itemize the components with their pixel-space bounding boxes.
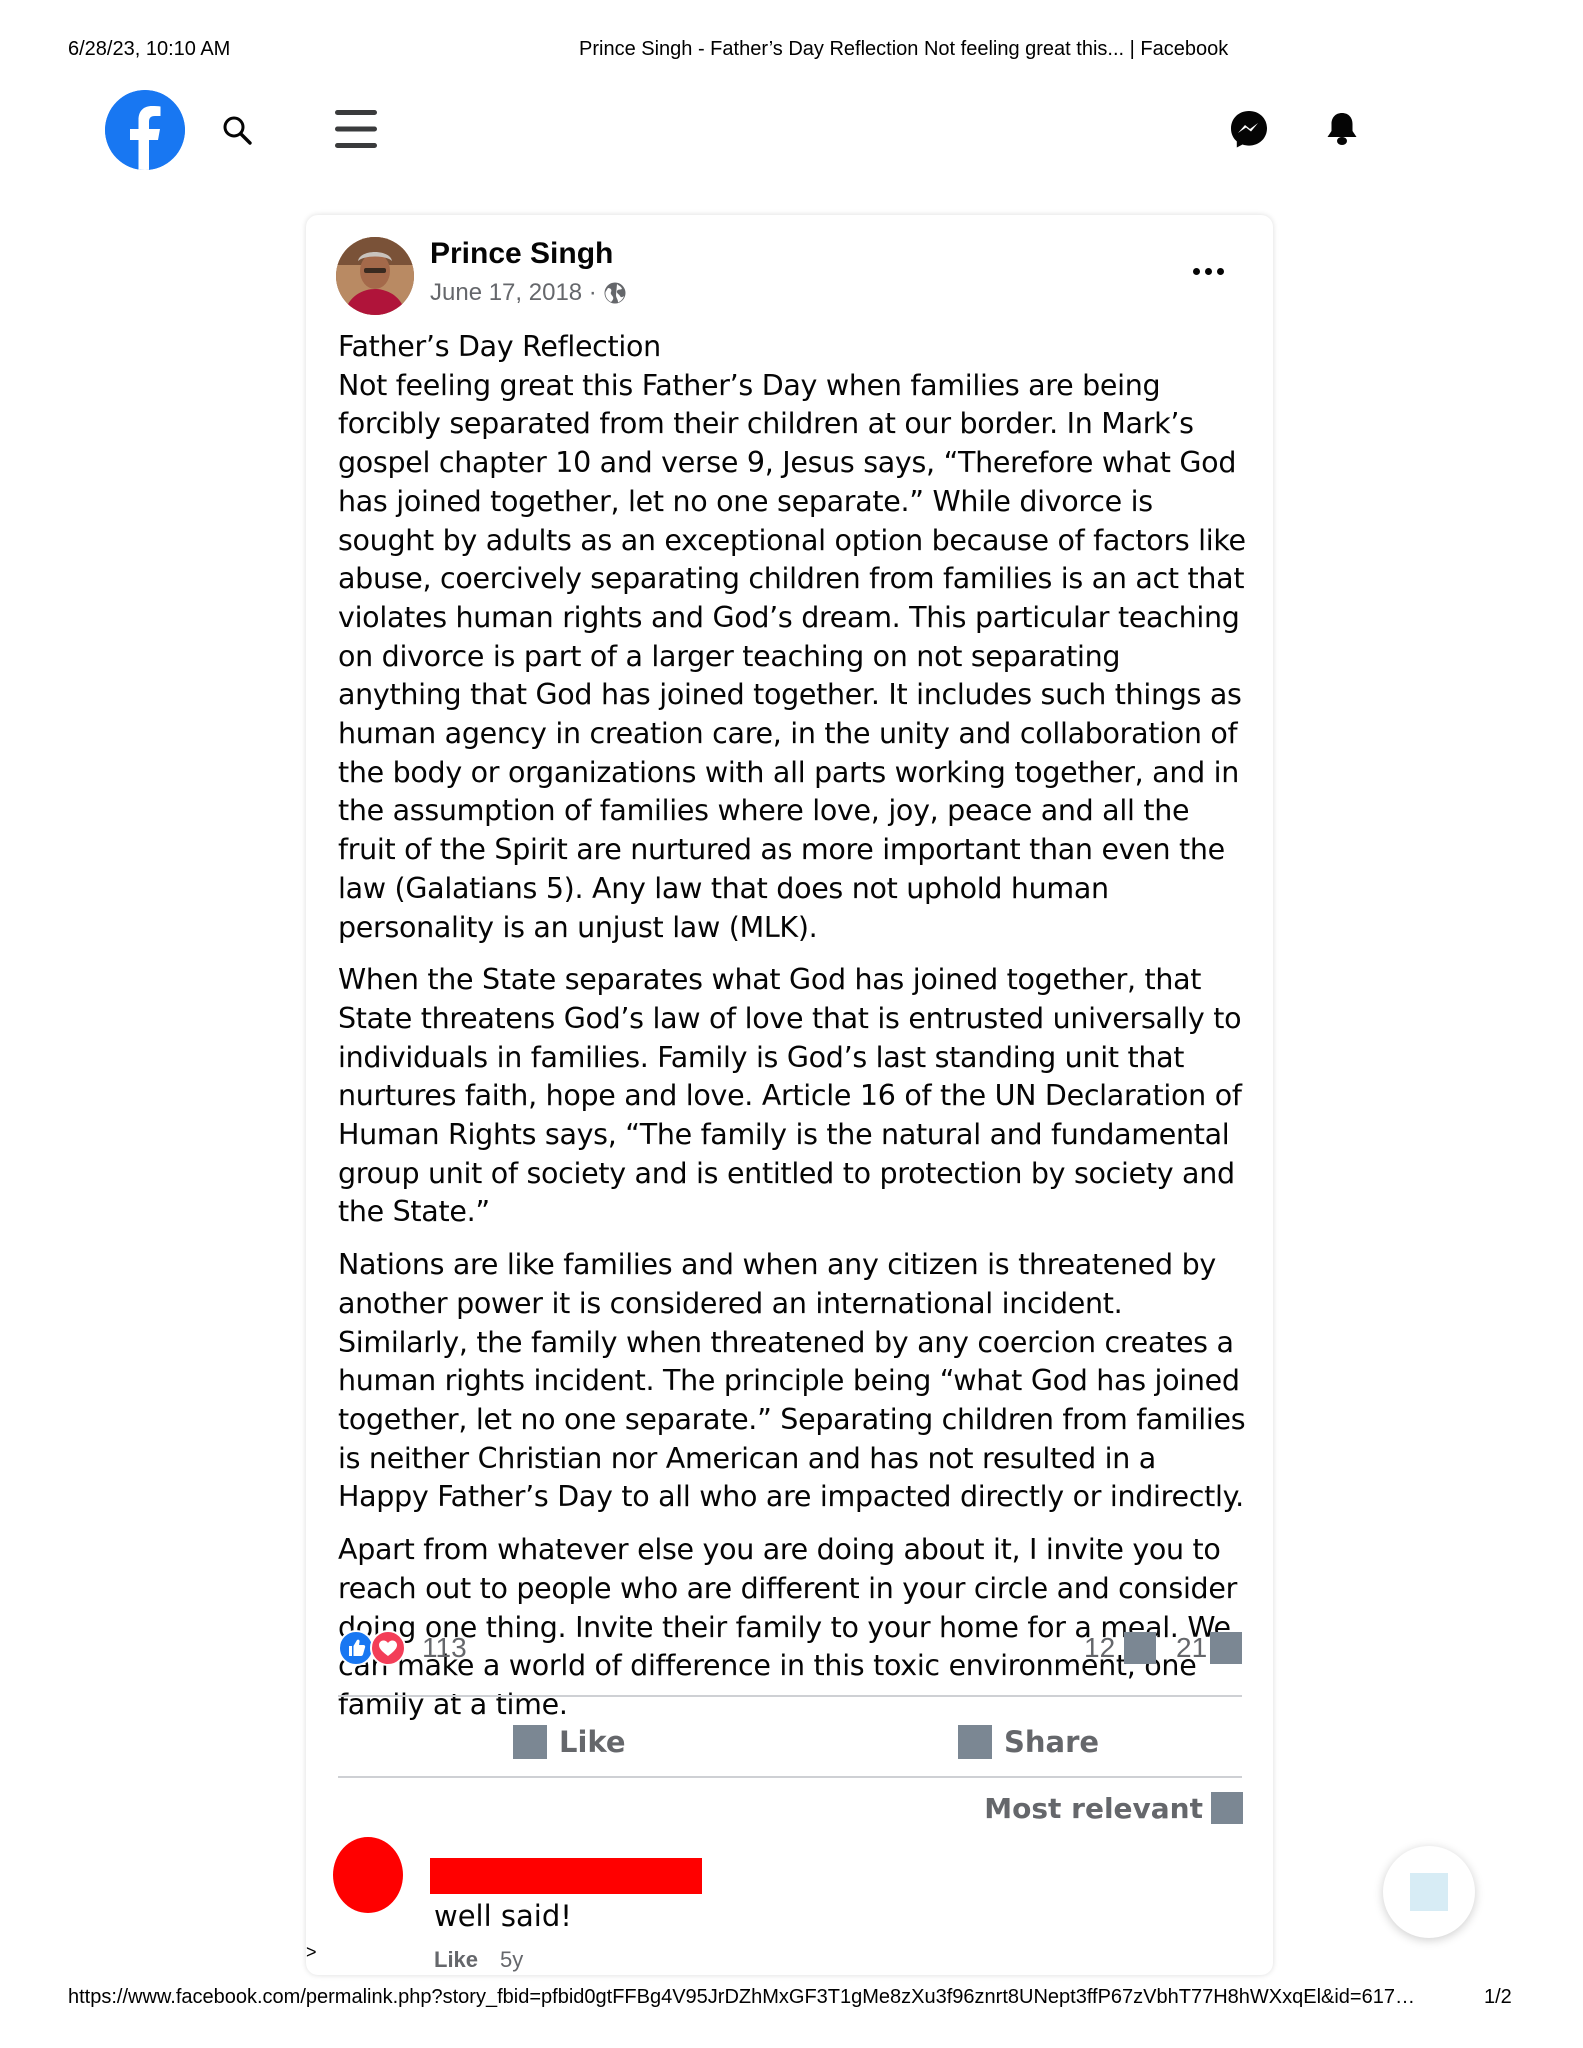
author-avatar[interactable] — [336, 237, 414, 315]
post-paragraph: When the State separates what God has jo… — [338, 963, 1242, 1229]
reaction-count[interactable]: 113 — [422, 1632, 467, 1664]
post-meta: June 17, 2018 · — [430, 279, 627, 307]
print-header: 6/28/23, 10:10 AM Prince Singh - Father’… — [68, 38, 1515, 62]
comment-text: well said! — [434, 1899, 572, 1933]
floating-action-button[interactable] — [1383, 1846, 1475, 1938]
like-button-label: Like — [559, 1725, 626, 1759]
comment-count-icon — [1124, 1632, 1156, 1664]
like-reaction-icon — [338, 1630, 374, 1666]
reactions-row: 113 12 21 — [338, 1628, 1242, 1672]
comment-time[interactable]: 5y — [500, 1947, 523, 1973]
like-button[interactable]: Like — [513, 1718, 626, 1766]
print-url: https://www.facebook.com/permalink.php?s… — [68, 1986, 1415, 2008]
share-icon — [958, 1725, 992, 1759]
more-dot-icon — [1204, 267, 1212, 275]
more-dot-icon — [1192, 267, 1200, 275]
post-heading: Father’s Day Reflection — [338, 330, 661, 363]
share-count[interactable]: 21 — [1176, 1632, 1207, 1664]
sort-label: Most relevant — [984, 1791, 1203, 1825]
post-paragraph: Father’s Day Reflection Not feeling grea… — [338, 328, 1248, 947]
notifications-bell-icon[interactable] — [1322, 109, 1362, 149]
print-marker: > — [306, 1942, 317, 1962]
share-count-icon — [1210, 1632, 1242, 1664]
divider — [338, 1695, 1242, 1697]
comment-count[interactable]: 12 — [1084, 1632, 1115, 1664]
comment-actions: Like 5y — [434, 1947, 523, 1973]
more-options-button[interactable] — [1186, 259, 1230, 283]
reaction-icons[interactable] — [338, 1630, 412, 1668]
print-page-number: 1/2 — [1484, 1986, 1512, 2008]
search-icon[interactable] — [220, 113, 254, 147]
commenter-name-redacted[interactable] — [430, 1858, 702, 1894]
post-card: Prince Singh June 17, 2018 · Father’s Da… — [306, 215, 1273, 1975]
messenger-icon[interactable] — [1229, 109, 1269, 149]
post-paragraph-text: Not feeling great this Father’s Day when… — [338, 368, 1246, 944]
author-name[interactable]: Prince Singh — [430, 237, 613, 271]
dropdown-icon — [1211, 1792, 1243, 1824]
post-date[interactable]: June 17, 2018 · — [430, 279, 597, 307]
commenter-avatar-redacted[interactable] — [333, 1837, 403, 1913]
print-footer: https://www.facebook.com/permalink.php?s… — [68, 1986, 1518, 2010]
comment-sort-selector[interactable]: Most relevant — [984, 1788, 1243, 1828]
top-navigation-bar — [0, 85, 1583, 175]
share-button[interactable]: Share — [958, 1718, 1099, 1766]
love-reaction-icon — [370, 1630, 406, 1666]
post-paragraph: Nations are like families and when any c… — [338, 1248, 1246, 1514]
post-body: Father’s Day Reflection Not feeling grea… — [338, 328, 1248, 1739]
divider — [338, 1776, 1242, 1778]
like-icon — [513, 1725, 547, 1759]
globe-icon — [603, 281, 627, 305]
comment-like-button[interactable]: Like — [434, 1947, 478, 1973]
post-action-bar: Like Share — [338, 1708, 1242, 1778]
new-message-icon — [1410, 1873, 1448, 1911]
share-button-label: Share — [1004, 1725, 1100, 1759]
facebook-logo[interactable] — [105, 90, 185, 170]
menu-icon[interactable] — [334, 107, 378, 151]
print-date: 6/28/23, 10:10 AM — [68, 38, 231, 60]
more-dot-icon — [1216, 267, 1224, 275]
print-page-title: Prince Singh - Father’s Day Reflection N… — [579, 38, 1229, 60]
